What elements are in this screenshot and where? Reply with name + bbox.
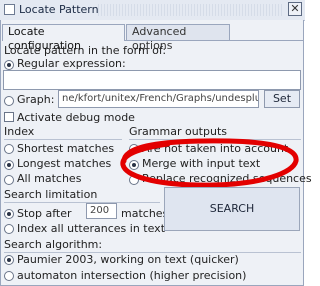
titlebar-grip: [98, 4, 284, 16]
matches-label: matches: [121, 207, 169, 220]
index-option-shortest-radio[interactable]: [4, 144, 14, 154]
window-title: Locate Pattern: [19, 3, 99, 16]
window-system-checkbox[interactable]: [4, 4, 15, 15]
index-group-line: [4, 139, 122, 140]
red-annotation-ellipse: [120, 138, 299, 188]
search-limitation-heading: Search limitation: [4, 188, 98, 201]
locate-heading: Locate pattern in the form of:: [4, 44, 167, 57]
index-option-all-radio[interactable]: [4, 175, 14, 185]
algorithm-heading: Search algorithm:: [4, 238, 103, 251]
index-option-shortest: Shortest matches: [17, 142, 115, 155]
algorithm-paumier-radio[interactable]: [4, 255, 14, 265]
search-button[interactable]: SEARCH: [164, 187, 300, 231]
stop-after-input[interactable]: 200: [86, 203, 117, 219]
limitation-group-line: [4, 202, 160, 203]
set-button[interactable]: Set: [264, 90, 300, 108]
debug-label: Activate debug mode: [17, 111, 135, 124]
close-icon[interactable]: ✕: [288, 2, 302, 16]
regex-radio[interactable]: [4, 60, 14, 70]
algorithm-automaton: automaton intersection (higher precision…: [17, 269, 247, 282]
tab-locate-configuration[interactable]: Locate configuration: [2, 24, 125, 52]
graph-label: Graph:: [17, 93, 55, 106]
regex-label: Regular expression:: [17, 57, 126, 70]
graph-path-field[interactable]: ne/kfort/unitex/French/Graphs/undesplus.…: [58, 90, 259, 108]
graph-radio[interactable]: [4, 96, 14, 106]
index-all-label: Index all utterances in text: [17, 222, 166, 235]
debug-checkbox[interactable]: [4, 112, 14, 122]
index-option-all: All matches: [17, 172, 82, 185]
stop-after-label: Stop after: [17, 207, 72, 220]
index-all-radio[interactable]: [4, 224, 14, 234]
index-option-longest: Longest matches: [17, 157, 112, 170]
algorithm-paumier: Paumier 2003, working on text (quicker): [17, 253, 239, 266]
algorithm-automaton-radio[interactable]: [4, 271, 14, 281]
tab-advanced-options[interactable]: Advanced options: [126, 24, 230, 52]
index-option-longest-radio[interactable]: [4, 160, 14, 170]
index-heading: Index: [4, 125, 35, 138]
regex-input[interactable]: [3, 70, 301, 90]
tab-divider: [125, 40, 304, 41]
stop-after-radio[interactable]: [4, 209, 14, 219]
